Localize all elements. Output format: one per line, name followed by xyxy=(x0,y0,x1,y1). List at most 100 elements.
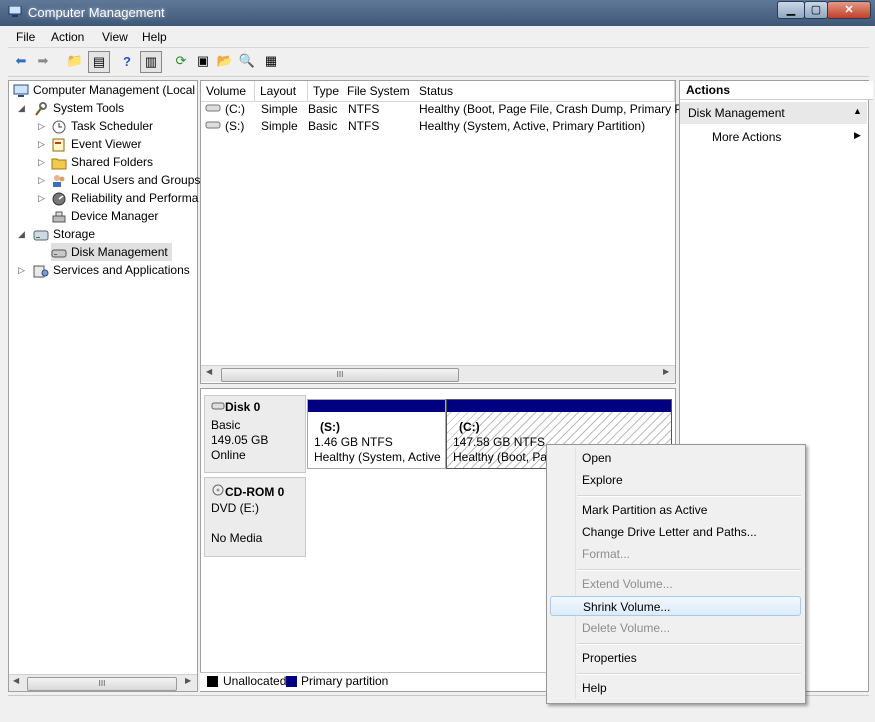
tree-item-services[interactable]: Services and Applications xyxy=(33,261,190,279)
minimize-button[interactable]: ▁ xyxy=(777,1,805,19)
open-folder-icon[interactable]: 📂 xyxy=(216,52,234,70)
disk0-name: Disk 0 xyxy=(225,400,261,414)
menu-item-change-drive-letter[interactable]: Change Drive Letter and Paths... xyxy=(550,522,801,542)
tree-horizontal-scrollbar[interactable]: ◀ III ▶ xyxy=(9,674,197,691)
cdrom0-name: CD-ROM 0 xyxy=(225,485,285,499)
scroll-left-arrow-icon[interactable]: ◀ xyxy=(13,676,19,685)
legend-primary: Primary partition xyxy=(301,674,389,688)
menu-item-format[interactable]: Format... xyxy=(550,544,801,564)
maximize-button[interactable]: ▢ xyxy=(804,1,828,19)
partition-c-status: Healthy (Boot, Pa xyxy=(453,450,548,464)
tree-label-services: Services and Applications xyxy=(53,263,190,277)
partition-s-size: 1.46 GB NTFS xyxy=(314,435,393,449)
column-header-file-system[interactable]: File System xyxy=(342,81,415,102)
drive-icon xyxy=(205,118,221,135)
toolbar: ⬅ ➡ 📁 ▤ ? ▥ ⟳ ▣ 📂 🔍 ▦ xyxy=(8,48,869,77)
volume-scroll-thumb[interactable]: III xyxy=(221,368,459,382)
partition-s-label: (S:) xyxy=(320,420,340,434)
close-button[interactable]: ✕ xyxy=(827,1,871,19)
expander-shared-folders[interactable]: ▷ xyxy=(38,157,45,168)
chevron-right-icon: ▶ xyxy=(854,130,861,140)
tree-scroll-thumb[interactable]: III xyxy=(27,677,177,691)
menu-item-help[interactable]: Help xyxy=(550,678,801,698)
tree-item-task-scheduler[interactable]: Task Scheduler xyxy=(51,117,153,135)
cdrom-icon xyxy=(212,484,224,496)
expander-task-scheduler[interactable]: ▷ xyxy=(38,121,45,132)
up-folder-icon[interactable]: 📁 xyxy=(66,52,84,70)
disk0-status: Online xyxy=(211,448,246,462)
menu-view[interactable]: View xyxy=(102,30,128,44)
tree-item-device-manager[interactable]: Device Manager xyxy=(51,207,158,225)
menu-separator xyxy=(577,495,801,497)
tree-item-system-tools[interactable]: System Tools xyxy=(33,99,124,117)
expander-event-viewer[interactable]: ▷ xyxy=(38,139,45,150)
expander-system-tools[interactable]: ◢ xyxy=(18,103,25,114)
scroll-left-arrow-icon[interactable]: ◀ xyxy=(206,367,212,376)
event-viewer-icon xyxy=(51,138,67,152)
refresh-icon[interactable]: ⟳ xyxy=(172,52,190,70)
tree-item-disk-management[interactable]: Disk Management xyxy=(51,243,172,261)
menu-action[interactable]: Action xyxy=(51,30,84,44)
cdrom0-info[interactable]: CD-ROM 0 DVD (E:) No Media xyxy=(204,477,306,557)
action-more-actions[interactable]: More Actions ▶ xyxy=(680,127,867,147)
partition-c-header-bar xyxy=(447,400,671,412)
search-icon[interactable]: 🔍 xyxy=(238,52,256,70)
storage-icon xyxy=(33,228,49,242)
column-header-layout[interactable]: Layout xyxy=(255,81,308,102)
title-bar[interactable]: Computer Management ▁ ▢ ✕ xyxy=(0,0,875,26)
help-icon[interactable]: ? xyxy=(118,52,136,70)
services-icon xyxy=(33,264,49,278)
tree-label-task-scheduler: Task Scheduler xyxy=(71,119,154,133)
tree-label-reliability: Reliability and Performa xyxy=(71,191,199,205)
collapse-up-icon[interactable]: ▲ xyxy=(853,106,862,116)
expander-storage[interactable]: ◢ xyxy=(18,229,25,240)
column-header-volume[interactable]: Volume xyxy=(201,81,255,102)
menu-item-mark-active[interactable]: Mark Partition as Active xyxy=(550,500,801,520)
menu-separator xyxy=(577,643,801,645)
actions-group-disk-management[interactable]: Disk Management ▲ xyxy=(680,102,867,124)
tree-item-local-users[interactable]: Local Users and Groups xyxy=(51,171,200,189)
actions-group-label: Disk Management xyxy=(688,106,785,120)
menu-help[interactable]: Help xyxy=(142,30,167,44)
tree-item-event-viewer[interactable]: Event Viewer xyxy=(51,135,141,153)
volume-horizontal-scrollbar[interactable]: ◀ III ▶ xyxy=(201,365,675,382)
menu-separator xyxy=(577,673,801,675)
column-header-status[interactable]: Status xyxy=(414,81,675,102)
scroll-right-arrow-icon[interactable]: ▶ xyxy=(185,676,191,685)
menu-item-open[interactable]: Open xyxy=(550,448,801,468)
tree-item-shared-folders[interactable]: Shared Folders xyxy=(51,153,153,171)
menu-item-explore[interactable]: Explore xyxy=(550,470,801,490)
rescan-disks-icon[interactable]: ▦ xyxy=(262,52,280,70)
table-cell-volume: (C:) xyxy=(225,102,245,116)
disk0-info[interactable]: Disk 0 Basic 149.05 GB Online xyxy=(204,395,306,473)
menu-item-delete-volume[interactable]: Delete Volume... xyxy=(550,618,801,638)
tree-root-computer-management[interactable]: Computer Management (Local xyxy=(13,81,195,99)
menu-item-extend-volume[interactable]: Extend Volume... xyxy=(550,574,801,594)
show-hide-tree-icon[interactable]: ▤ xyxy=(88,51,110,73)
menu-item-properties[interactable]: Properties xyxy=(550,648,801,668)
expander-local-users[interactable]: ▷ xyxy=(38,175,45,186)
window-title: Computer Management xyxy=(28,5,165,20)
drive-icon xyxy=(205,101,221,118)
table-cell-type: Basic xyxy=(308,119,338,133)
expander-services[interactable]: ▷ xyxy=(18,265,25,276)
tree-item-reliability[interactable]: Reliability and Performa xyxy=(51,189,198,207)
primary-partition-swatch xyxy=(286,676,297,687)
disk0-type: Basic xyxy=(211,418,241,432)
back-icon[interactable]: ⬅ xyxy=(12,52,30,70)
partition-s[interactable]: (S:) 1.46 GB NTFS Healthy (System, Activ… xyxy=(307,399,446,469)
actions-title: Actions xyxy=(680,81,873,100)
disk0-size: 149.05 GB xyxy=(211,433,269,447)
expander-reliability[interactable]: ▷ xyxy=(38,193,45,204)
computer-management-icon xyxy=(8,6,22,17)
properties-icon[interactable]: ▣ xyxy=(194,52,212,70)
column-header-type[interactable]: Type xyxy=(308,81,346,102)
menu-file[interactable]: File xyxy=(16,30,35,44)
menu-item-shrink-volume[interactable]: Shrink Volume... xyxy=(550,596,801,616)
partition-c-label: (C:) xyxy=(459,420,480,434)
tree-item-storage[interactable]: Storage xyxy=(33,225,95,243)
show-hide-action-pane-icon[interactable]: ▥ xyxy=(140,51,162,73)
forward-icon[interactable]: ➡ xyxy=(34,52,52,70)
scroll-right-arrow-icon[interactable]: ▶ xyxy=(663,367,669,376)
menu-separator xyxy=(577,569,801,571)
